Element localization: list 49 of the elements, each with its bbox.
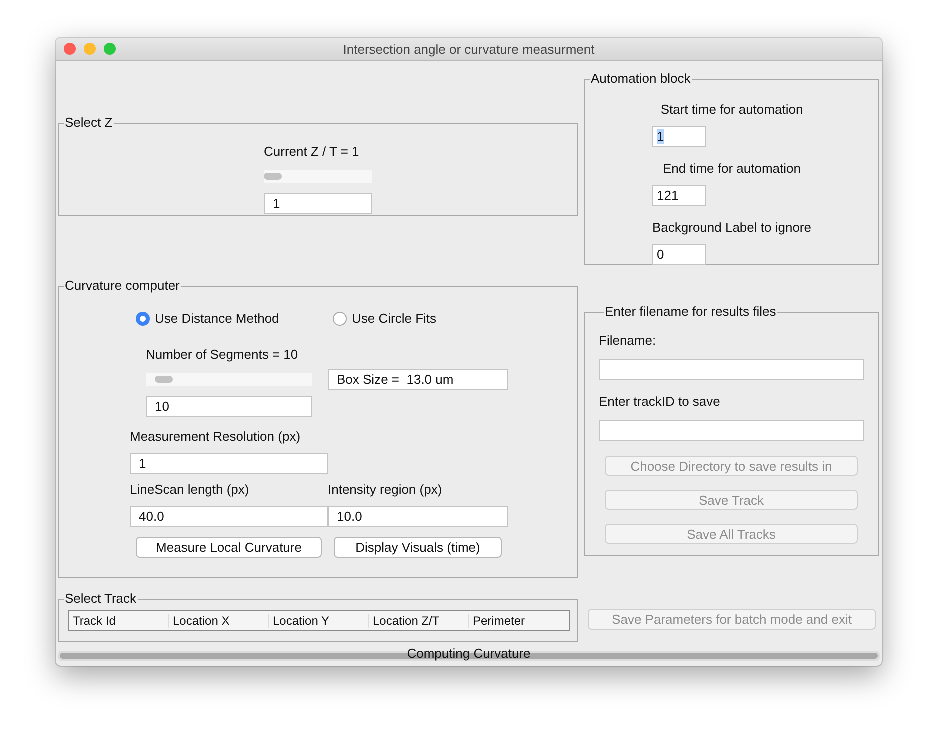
field-label: Background Label to ignore	[652, 220, 812, 236]
column-header[interactable]: Location Y	[269, 614, 369, 628]
segments-slider[interactable]	[146, 373, 312, 386]
segments-input-field[interactable]: 10	[146, 396, 312, 417]
radio-icon[interactable]	[136, 312, 150, 326]
column-header[interactable]: Location X	[169, 614, 269, 628]
field-label: End time for automation	[662, 161, 802, 177]
number-input-field[interactable]: 1	[652, 126, 706, 147]
group-title: Select Z	[64, 116, 114, 130]
box-size-field[interactable]: Box Size = 13.0 um	[328, 369, 508, 390]
zoom-button[interactable]	[104, 43, 116, 55]
minimize-button[interactable]	[84, 43, 96, 55]
linescan-input-field[interactable]: 40.0	[130, 506, 328, 527]
close-button[interactable]	[64, 43, 76, 55]
column-header[interactable]: Location Z/T	[369, 614, 469, 628]
intensity-label: Intensity region (px)	[328, 482, 444, 498]
field-label: Filename:	[599, 333, 658, 349]
action-button[interactable]: Display Visuals (time)	[334, 537, 502, 558]
slider-thumb[interactable]	[154, 376, 173, 383]
radio-option[interactable]: Use Distance Method	[136, 311, 280, 326]
number-input-field[interactable]: 0	[652, 244, 706, 265]
resolution-label: Measurement Resolution (px)	[130, 429, 302, 445]
z-label: Current Z / T = 1	[264, 144, 360, 160]
number-input-field[interactable]: 121	[652, 185, 706, 206]
slider-thumb[interactable]	[264, 173, 282, 180]
window-title: Intersection angle or curvature measurment	[343, 42, 595, 56]
progress-label: Computing Curvature	[407, 646, 531, 662]
text-input-field[interactable]	[599, 359, 864, 380]
column-header[interactable]: Track Id	[69, 614, 169, 628]
field-value: 0	[657, 247, 664, 262]
resolution-input-field[interactable]: 1	[130, 453, 328, 474]
field-value: 1	[657, 129, 664, 144]
linescan-label: LineScan length (px)	[130, 482, 250, 498]
group-title: Curvature computer	[64, 279, 181, 293]
group-title: Select Track	[64, 592, 138, 606]
action-button[interactable]: Measure Local Curvature	[136, 537, 322, 558]
segments-label: Number of Segments = 10	[146, 347, 300, 363]
group-title: Automation block	[590, 72, 692, 86]
radio-icon[interactable]	[333, 312, 347, 326]
intensity-input-field[interactable]: 10.0	[328, 506, 508, 527]
text-input-field[interactable]	[599, 420, 864, 441]
z-input-field[interactable]: 1	[264, 193, 372, 214]
field-label: Start time for automation	[660, 102, 804, 118]
z-slider[interactable]	[264, 170, 372, 183]
group-title: Enter filename for results files	[604, 305, 778, 319]
column-header[interactable]: Perimeter	[469, 614, 569, 628]
field-label: Enter trackID to save	[599, 394, 722, 410]
radio-option[interactable]: Use Circle Fits	[333, 311, 437, 326]
field-value: 121	[657, 188, 679, 203]
